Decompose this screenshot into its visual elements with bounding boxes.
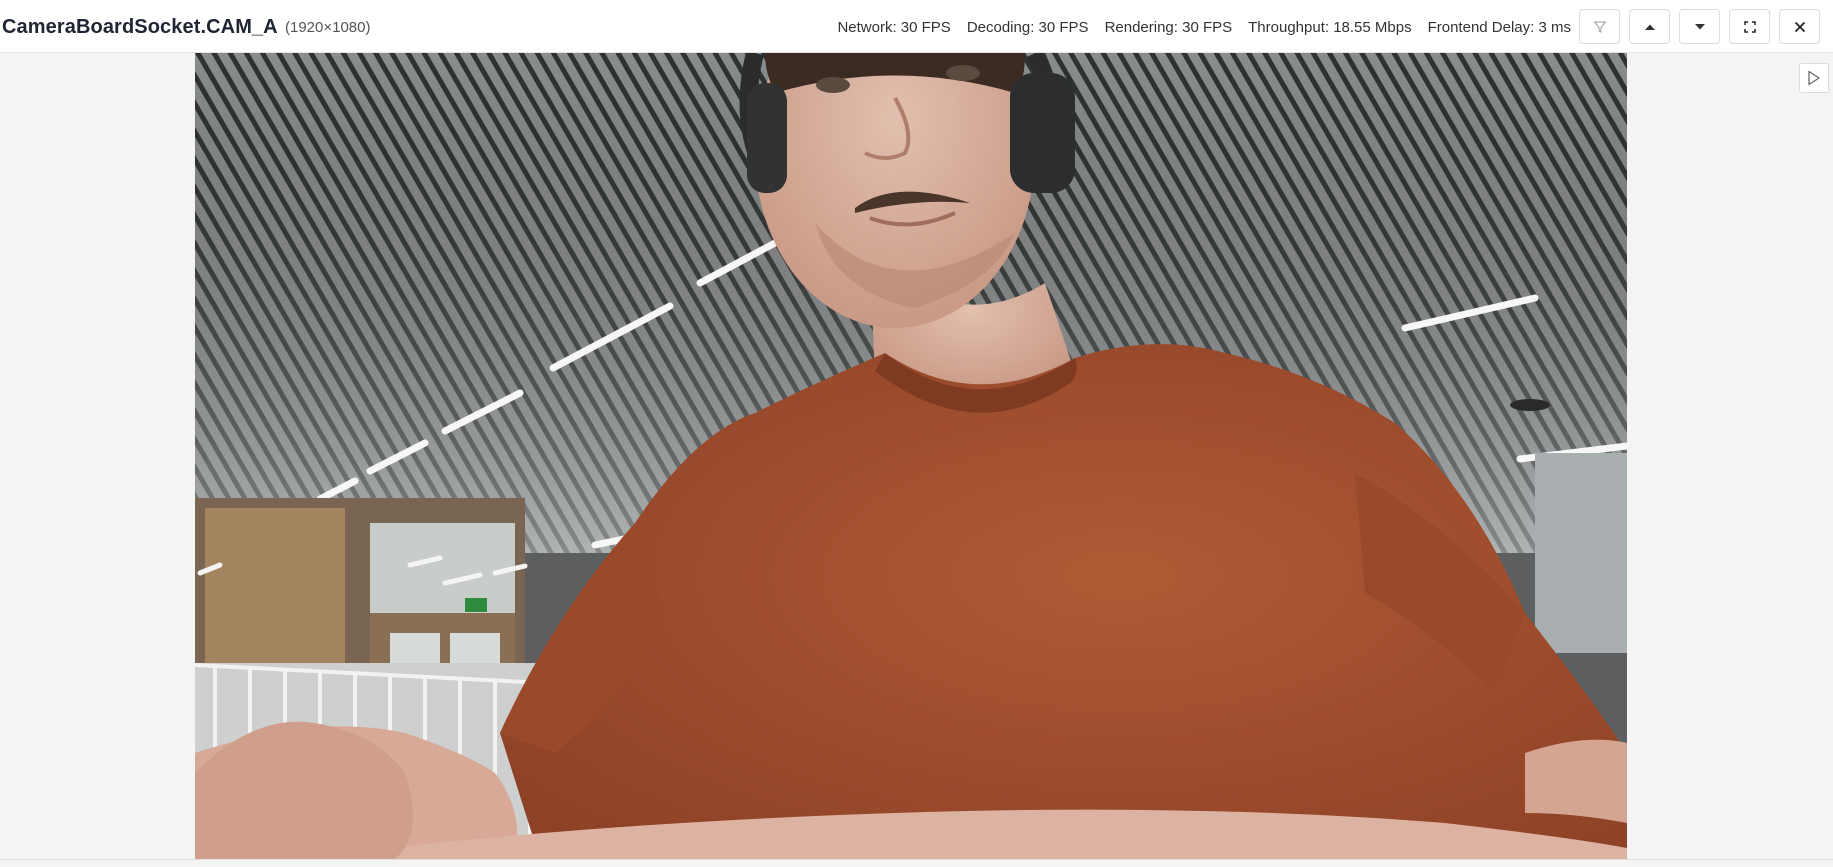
- play-outline-icon: [1808, 70, 1820, 86]
- camera-stream[interactable]: [195, 53, 1627, 859]
- filter-button[interactable]: [1579, 9, 1620, 44]
- decoding-fps: Decoding: 30 FPS: [966, 19, 1089, 36]
- caret-down-icon: [1694, 23, 1705, 29]
- sidebar-toggle-button[interactable]: [1799, 63, 1829, 93]
- filter-icon: [1593, 20, 1606, 33]
- camera-frame-image: [195, 53, 1627, 859]
- fullscreen-button[interactable]: [1729, 9, 1770, 44]
- network-fps: Network: 30 FPS: [837, 19, 951, 36]
- frontend-delay: Frontend Delay: 3 ms: [1427, 19, 1571, 36]
- stream-stats: Network: 30 FPS Decoding: 30 FPS Renderi…: [837, 19, 1571, 36]
- move-down-button[interactable]: [1679, 9, 1720, 44]
- caret-up-icon: [1644, 24, 1655, 30]
- rendering-fps: Rendering: 30 FPS: [1104, 19, 1233, 36]
- throughput: Throughput: 18.55 Mbps: [1248, 19, 1412, 36]
- stream-header: CameraBoardSocket.CAM_A (1920×1080) Netw…: [0, 0, 1833, 53]
- fullscreen-icon: [1743, 20, 1756, 33]
- bottom-divider: [0, 859, 1833, 867]
- close-button[interactable]: [1779, 9, 1820, 44]
- close-icon: [1794, 21, 1805, 32]
- stream-resolution: (1920×1080): [285, 19, 371, 36]
- stream-title: CameraBoardSocket.CAM_A: [2, 16, 278, 38]
- move-up-button[interactable]: [1629, 9, 1670, 44]
